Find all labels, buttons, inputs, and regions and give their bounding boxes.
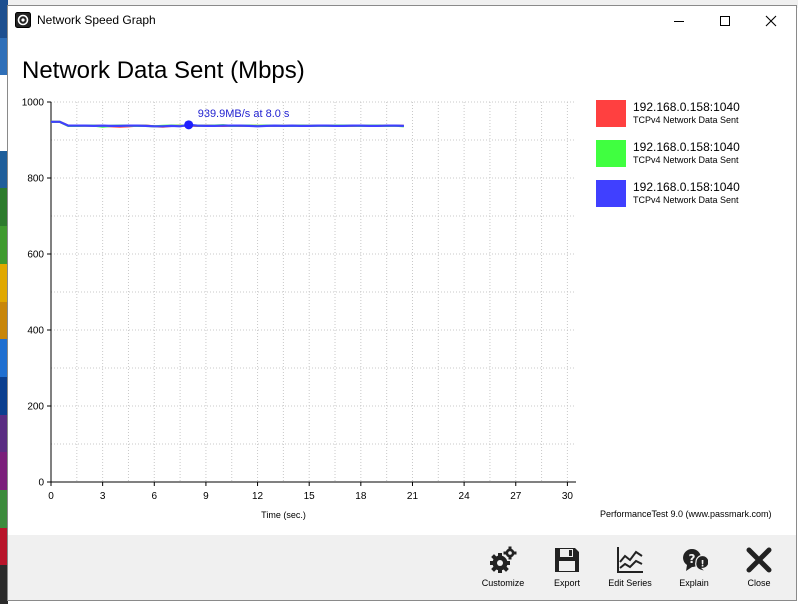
x-tick-label: 6 <box>151 491 157 502</box>
legend-series-subtitle: TCPv4 Network Data Sent <box>633 155 739 165</box>
legend-series-name: 192.168.0.158:1040 <box>633 100 740 114</box>
chart-legend: 192.168.0.158:1040 TCPv4 Network Data Se… <box>596 100 786 220</box>
y-tick-label: 200 <box>27 402 44 413</box>
x-tick-label: 27 <box>510 491 522 502</box>
x-axis-label: Time (sec.) <box>261 510 306 520</box>
close-button[interactable]: Close <box>729 535 789 600</box>
y-tick-label: 0 <box>38 478 44 489</box>
export-button[interactable]: Export <box>537 535 597 600</box>
y-tick-label: 1000 <box>22 98 45 109</box>
highlight-point <box>184 120 194 130</box>
x-tick-label: 21 <box>407 491 419 502</box>
legend-swatch-blue <box>596 180 626 207</box>
help-bubble-icon: ? ! <box>683 549 708 573</box>
customize-button[interactable]: Customize <box>473 535 533 600</box>
legend-swatch-red <box>596 100 626 127</box>
legend-swatch-green <box>596 140 626 167</box>
explain-button[interactable]: ? ! Explain <box>664 535 724 600</box>
x-tick-label: 3 <box>100 491 106 502</box>
edit-series-button[interactable]: Edit Series <box>600 535 660 600</box>
x-tick-label: 18 <box>355 491 367 502</box>
gears-icon <box>490 546 517 573</box>
line-chart: 0 3 6 9 12 15 18 21 24 27 30 0 200 400 600 800 1000 Time … <box>22 98 576 520</box>
legend-series-subtitle: TCPv4 Network Data Sent <box>633 115 739 125</box>
customize-label: Customize <box>481 578 525 588</box>
legend-item-blue[interactable]: 192.168.0.158:1040 TCPv4 Network Data Se… <box>596 180 786 220</box>
y-tick-label: 600 <box>27 250 44 261</box>
x-tick-label: 30 <box>562 491 574 502</box>
close-x-icon <box>746 547 772 573</box>
line-chart-icon <box>617 547 643 573</box>
legend-series-name: 192.168.0.158:1040 <box>633 180 740 194</box>
credit-text: PerformanceTest 9.0 (www.passmark.com) <box>600 509 772 519</box>
network-speed-graph-window: Network Speed Graph Network Data Sent (M… <box>7 5 797 601</box>
y-tick-label: 400 <box>27 326 44 337</box>
highlight-label: 939.9MB/s at 8.0 s <box>198 108 290 120</box>
bottom-toolbar: Customize Export Edit Series ? ! Explain… <box>8 535 796 600</box>
x-tick-label: 15 <box>304 491 316 502</box>
legend-series-subtitle: TCPv4 Network Data Sent <box>633 195 739 205</box>
x-tick-label: 24 <box>459 491 471 502</box>
floppy-disk-icon <box>555 548 579 572</box>
legend-series-name: 192.168.0.158:1040 <box>633 140 740 154</box>
edit-series-label: Edit Series <box>608 578 652 588</box>
x-tick-label: 0 <box>48 491 54 502</box>
svg-text:?: ? <box>689 552 696 566</box>
y-tick-label: 800 <box>27 174 44 185</box>
close-label: Close <box>747 578 771 588</box>
legend-item-red[interactable]: 192.168.0.158:1040 TCPv4 Network Data Se… <box>596 100 786 140</box>
x-tick-label: 9 <box>203 491 209 502</box>
svg-text:!: ! <box>700 560 704 570</box>
x-tick-label: 12 <box>252 491 264 502</box>
legend-item-green[interactable]: 192.168.0.158:1040 TCPv4 Network Data Se… <box>596 140 786 180</box>
explain-label: Explain <box>679 578 709 588</box>
export-label: Export <box>553 578 580 588</box>
